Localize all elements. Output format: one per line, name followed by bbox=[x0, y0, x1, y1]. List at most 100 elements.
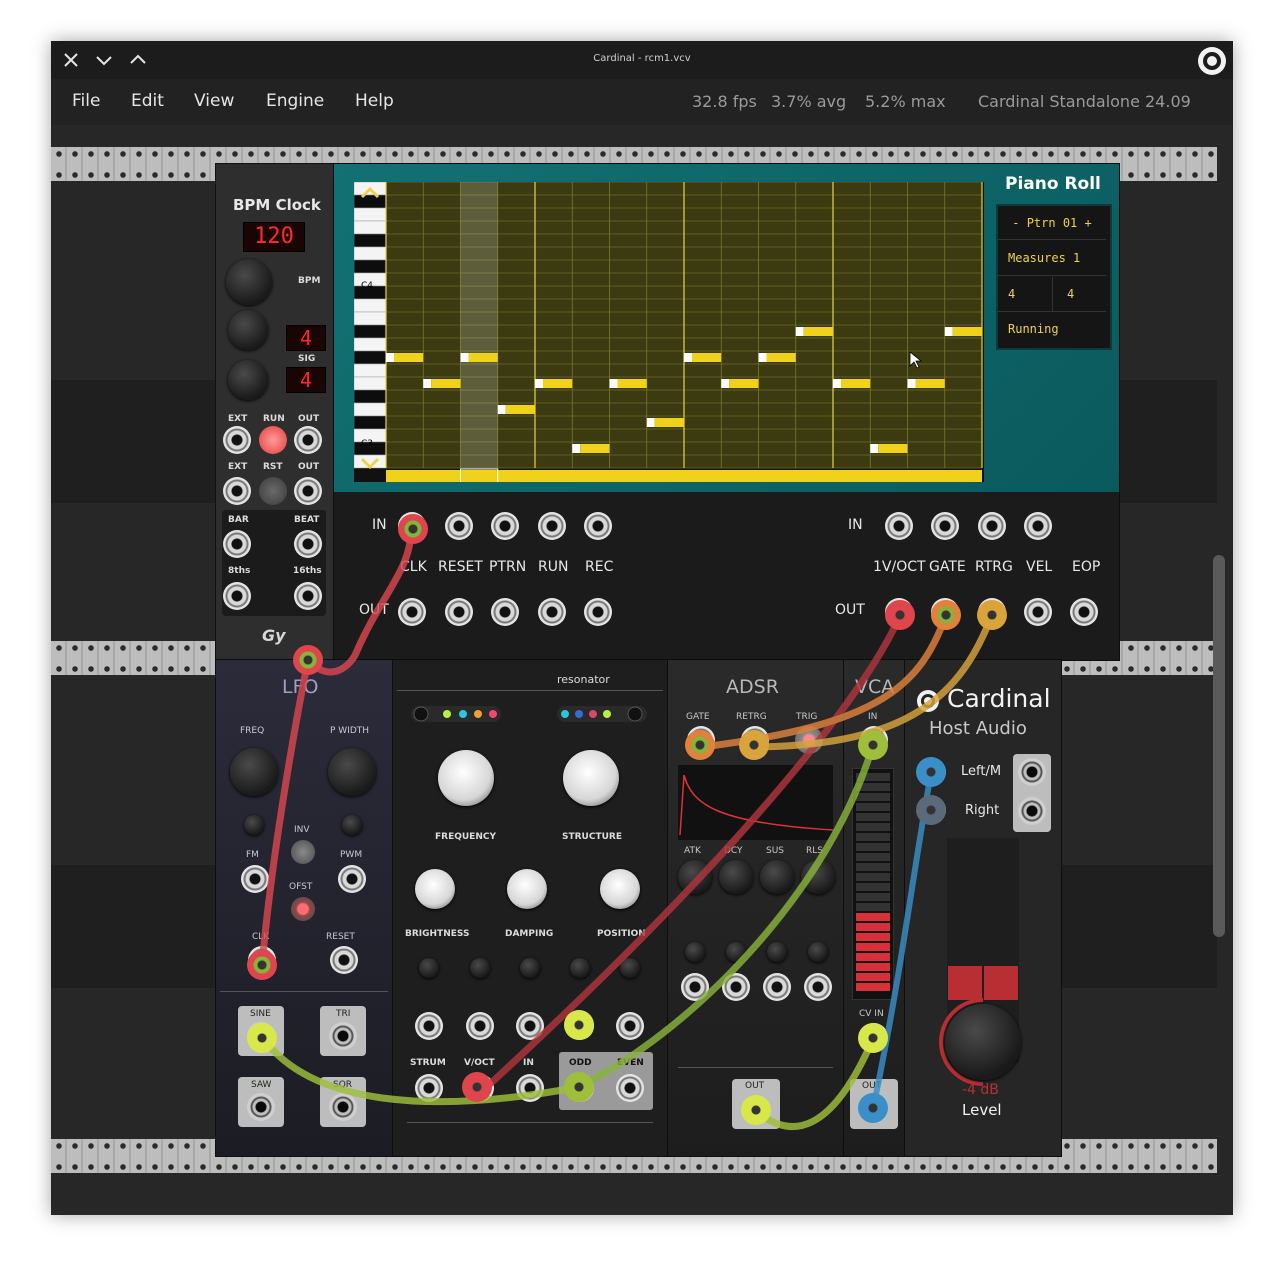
sustain-atten-knob[interactable] bbox=[767, 942, 787, 962]
sustain-cv-input[interactable] bbox=[763, 973, 791, 1001]
sig-bottom-knob[interactable] bbox=[228, 360, 268, 400]
cable-plug[interactable] bbox=[739, 730, 769, 760]
vel-input[interactable] bbox=[1024, 512, 1052, 540]
menu-edit[interactable]: Edit bbox=[131, 91, 164, 111]
level-knob[interactable] bbox=[945, 1004, 1021, 1080]
sqr-output[interactable] bbox=[329, 1093, 357, 1121]
rec-output[interactable] bbox=[584, 598, 612, 626]
left-output[interactable] bbox=[1018, 758, 1046, 786]
tri-output[interactable] bbox=[329, 1022, 357, 1050]
vertical-scrollbar[interactable] bbox=[1213, 555, 1225, 937]
bpm-knob[interactable] bbox=[226, 259, 272, 305]
ptrn-input[interactable] bbox=[491, 512, 519, 540]
release-cv-input[interactable] bbox=[804, 973, 832, 1001]
pwidth-knob[interactable] bbox=[328, 748, 376, 796]
ptrn-output[interactable] bbox=[491, 598, 519, 626]
clk-output[interactable] bbox=[398, 598, 426, 626]
eop-output[interactable] bbox=[1070, 598, 1098, 626]
gate-input[interactable] bbox=[931, 512, 959, 540]
structure-atten-knob[interactable] bbox=[570, 958, 590, 978]
damping-atten-knob[interactable] bbox=[520, 958, 540, 978]
cable-plug[interactable] bbox=[931, 600, 961, 630]
sixteenths-output[interactable] bbox=[294, 582, 322, 610]
ext-reset-input[interactable] bbox=[223, 477, 251, 505]
freq-knob[interactable] bbox=[230, 748, 278, 796]
decay-cv-input[interactable] bbox=[722, 973, 750, 1001]
time-sig-numerator[interactable]: 4 bbox=[998, 277, 1053, 312]
pwm-atten-knob[interactable] bbox=[342, 815, 362, 835]
fm-atten-knob[interactable] bbox=[244, 815, 264, 835]
beat-output[interactable] bbox=[294, 530, 322, 558]
audio-in-input[interactable] bbox=[516, 1074, 544, 1102]
decay-knob[interactable] bbox=[719, 860, 753, 894]
measures-field[interactable]: Measures 1 bbox=[998, 241, 1106, 276]
run-button[interactable] bbox=[259, 426, 287, 454]
decay-atten-knob[interactable] bbox=[726, 942, 746, 962]
even-output[interactable] bbox=[616, 1074, 644, 1102]
release-knob[interactable] bbox=[801, 860, 835, 894]
cable-plug[interactable] bbox=[247, 1023, 277, 1053]
cable-plug[interactable] bbox=[916, 757, 946, 787]
scroll-up-button[interactable] bbox=[356, 184, 384, 202]
cable-plug[interactable] bbox=[247, 950, 277, 980]
mode-selector-right[interactable] bbox=[557, 706, 647, 722]
rec-input[interactable] bbox=[584, 512, 612, 540]
inv-button[interactable] bbox=[291, 840, 315, 864]
eighths-output[interactable] bbox=[223, 582, 251, 610]
pwm-input[interactable] bbox=[338, 865, 366, 893]
damping-cv-input[interactable] bbox=[516, 1012, 544, 1040]
cable-plug[interactable] bbox=[916, 795, 946, 825]
cable-plug[interactable] bbox=[977, 600, 1007, 630]
damping-knob[interactable] bbox=[507, 869, 547, 909]
menu-engine[interactable]: Engine bbox=[266, 91, 324, 111]
reset-button[interactable] bbox=[259, 477, 287, 505]
time-sig-denominator[interactable]: 4 bbox=[1053, 277, 1106, 312]
piano-roll-grid[interactable] bbox=[354, 182, 1004, 482]
cable-plug[interactable] bbox=[741, 1095, 771, 1125]
cable-plug[interactable] bbox=[564, 1072, 594, 1102]
fm-input[interactable] bbox=[241, 865, 269, 893]
run-input[interactable] bbox=[538, 512, 566, 540]
mode-selector-left[interactable] bbox=[411, 706, 501, 722]
reset-output[interactable] bbox=[445, 598, 473, 626]
rtrg-input[interactable] bbox=[978, 512, 1006, 540]
brightness-knob[interactable] bbox=[415, 869, 455, 909]
cable-plug[interactable] bbox=[293, 645, 323, 675]
ofst-button[interactable] bbox=[291, 897, 315, 921]
frequency-knob[interactable] bbox=[438, 750, 494, 806]
structure-knob[interactable] bbox=[563, 750, 619, 806]
run-output[interactable] bbox=[538, 598, 566, 626]
attack-cv-input[interactable] bbox=[681, 973, 709, 1001]
rack-area[interactable]: BPM Clock 120 BPM 4 SIG 4 EXT RUN OUT EX… bbox=[51, 125, 1233, 1215]
attack-knob[interactable] bbox=[678, 860, 712, 894]
reset-input[interactable] bbox=[330, 946, 358, 974]
scroll-down-button[interactable] bbox=[356, 454, 384, 472]
freq-cv-input[interactable] bbox=[466, 1012, 494, 1040]
trig-button[interactable] bbox=[795, 726, 823, 754]
ext-run-input[interactable] bbox=[223, 426, 251, 454]
cable-plug[interactable] bbox=[885, 600, 915, 630]
cable-plug[interactable] bbox=[398, 514, 428, 544]
cable-plug[interactable] bbox=[462, 1072, 492, 1102]
reset-output[interactable] bbox=[294, 477, 322, 505]
bar-output[interactable] bbox=[223, 530, 251, 558]
freq-atten-knob[interactable] bbox=[470, 958, 490, 978]
strum-input[interactable] bbox=[415, 1074, 443, 1102]
menu-view[interactable]: View bbox=[194, 91, 234, 111]
brightness-cv-input[interactable] bbox=[415, 1012, 443, 1040]
release-atten-knob[interactable] bbox=[808, 942, 828, 962]
cable-plug[interactable] bbox=[564, 1010, 594, 1040]
run-output[interactable] bbox=[294, 426, 322, 454]
right-output[interactable] bbox=[1018, 797, 1046, 825]
cable-plug[interactable] bbox=[685, 730, 715, 760]
position-atten-knob[interactable] bbox=[620, 958, 640, 978]
sig-top-knob[interactable] bbox=[228, 310, 268, 350]
cable-plug[interactable] bbox=[858, 1023, 888, 1053]
menu-help[interactable]: Help bbox=[355, 91, 394, 111]
menu-file[interactable]: File bbox=[72, 91, 100, 111]
level-slider[interactable] bbox=[852, 768, 894, 1000]
position-cv-input[interactable] bbox=[616, 1012, 644, 1040]
vel-output[interactable] bbox=[1024, 598, 1052, 626]
brightness-atten-knob[interactable] bbox=[419, 958, 439, 978]
saw-output[interactable] bbox=[247, 1093, 275, 1121]
